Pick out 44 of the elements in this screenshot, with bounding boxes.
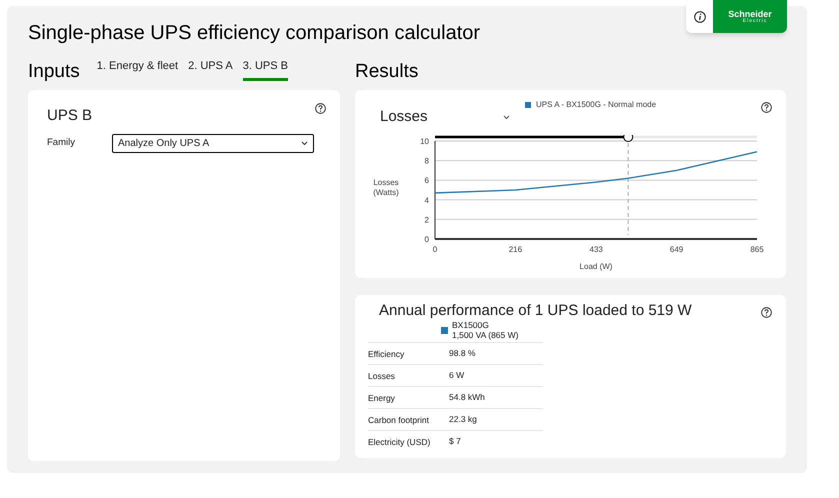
page-title: Single-phase UPS efficiency comparison calculator (28, 21, 480, 46)
axis-title: Load (W) (580, 262, 612, 271)
row-value: 6 W (449, 369, 464, 382)
row-value: 54.8 kWh (449, 391, 485, 404)
axis-tick-label: 10 (420, 137, 429, 146)
model-name: BX1500G (452, 320, 490, 330)
axis-tick-label: 0 (424, 235, 429, 244)
row-label: Electricity (USD) (368, 436, 432, 449)
axis-tick-label: 2 (424, 215, 429, 224)
tab[interactable]: 3. UPS B (242, 59, 288, 81)
axis-title: Losses (Watts) (373, 178, 399, 197)
tab[interactable]: 2. UPS A (188, 59, 233, 81)
axis-tick-label: 433 (590, 245, 603, 254)
axis-tick-label: 6 (424, 176, 429, 186)
axis-tick-label: 216 (508, 245, 522, 254)
row-label: Energy (368, 392, 396, 405)
section-heading: Results (355, 60, 418, 84)
axis-tick-label: 8 (424, 156, 429, 166)
caret-icon (503, 114, 510, 120)
slider-thumb[interactable] (623, 135, 634, 142)
family-dropdown[interactable]: Analyze Only UPS A (112, 134, 314, 153)
axis-tick-label: 865 (750, 245, 764, 254)
row-label: Carbon footprint (368, 414, 430, 427)
row-label: Efficiency (368, 348, 406, 361)
help-icon[interactable] (315, 103, 326, 114)
model-rating: 1,500 VA (865 W) (452, 330, 518, 340)
section-heading: Inputs (28, 60, 80, 84)
axis-tick-label: 649 (670, 245, 684, 254)
axis-tick-label: 4 (424, 196, 429, 205)
help-icon[interactable] (761, 102, 772, 113)
row-label: Losses (368, 370, 396, 383)
info-icon[interactable] (694, 10, 706, 22)
row-value: 98.8 % (449, 347, 476, 360)
axis-tick-label: 0 (432, 245, 438, 254)
help-icon[interactable] (761, 307, 772, 318)
caret-icon (301, 141, 308, 146)
card-title: Annual performance of 1 UPS loaded to 519 W (379, 302, 692, 320)
field-label: Family (47, 136, 76, 150)
row-value: 22.3 kg (449, 413, 477, 426)
legend-label: UPS A - BX1500G - Normal mode (536, 99, 656, 111)
card-title: UPS B (47, 106, 92, 126)
row-value: $ 7 (449, 435, 461, 448)
tab[interactable]: 1. Energy & fleet (96, 59, 178, 81)
chart-selector[interactable]: Losses (380, 108, 510, 126)
